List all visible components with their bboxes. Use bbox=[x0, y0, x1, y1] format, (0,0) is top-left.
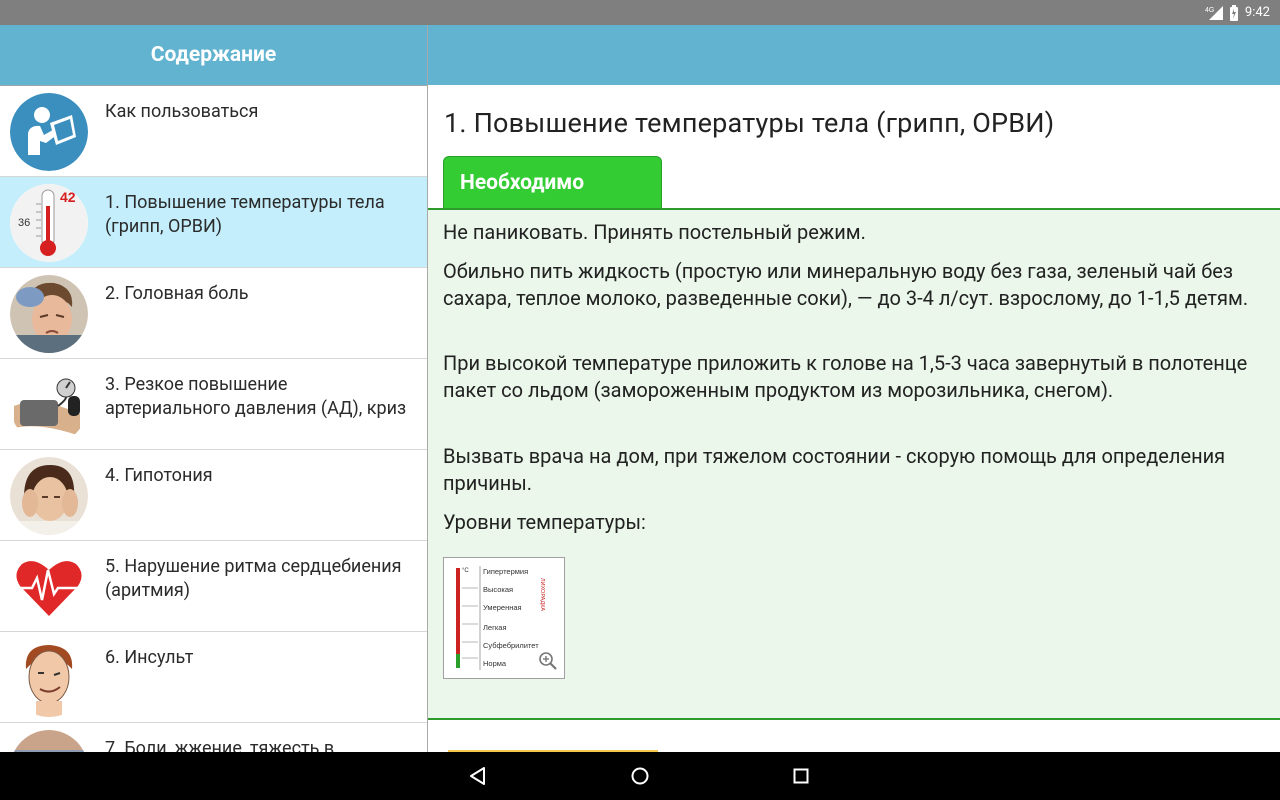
toc-item-label: Как пользоваться bbox=[105, 101, 259, 122]
fever-label: ЛИХОРАДКА bbox=[539, 578, 545, 611]
paragraph: Вызвать врача на дом, при тяжелом состоя… bbox=[443, 444, 1226, 495]
paragraph: При высокой температуре приложить к голо… bbox=[443, 351, 1248, 402]
temp-level: Легкая bbox=[483, 623, 507, 632]
heart-rhythm-icon bbox=[10, 548, 88, 626]
toc-item-label: 2. Головная боль bbox=[105, 283, 249, 304]
tab-necessary[interactable]: Необходимо bbox=[443, 156, 662, 209]
system-nav-bar bbox=[0, 752, 1280, 800]
paragraph: Обильно пить жидкость (простую или минер… bbox=[443, 259, 1249, 310]
battery-icon bbox=[1229, 4, 1239, 21]
signal-icon: 4G bbox=[1205, 5, 1223, 20]
toc-item-label: 6. Инсульт bbox=[105, 647, 194, 668]
temp-level: Высокая bbox=[483, 585, 513, 594]
blood-pressure-icon bbox=[10, 366, 88, 444]
svg-text:42: 42 bbox=[60, 189, 76, 205]
toc-item-label: 4. Гипотония bbox=[105, 465, 213, 486]
headache-icon bbox=[10, 275, 88, 353]
toc-item-blood-pressure[interactable]: 3. Резкое повышение артериального давлен… bbox=[0, 359, 427, 450]
status-icons: 4G 9:42 bbox=[1205, 0, 1270, 25]
toc-item-hypotension[interactable]: 4. Гипотония bbox=[0, 450, 427, 541]
temp-level: Норма bbox=[483, 659, 507, 668]
recents-icon[interactable] bbox=[789, 764, 813, 788]
hypotension-icon bbox=[10, 457, 88, 535]
home-icon[interactable] bbox=[628, 764, 652, 788]
back-icon[interactable] bbox=[466, 764, 490, 788]
toc-item-stroke[interactable]: 6. Инсульт bbox=[0, 632, 427, 723]
article-title: 1. Повышение температуры тела (грипп, ОР… bbox=[444, 107, 1055, 139]
toc-item-fever[interactable]: 42 36 1. Повышение температуры тела (грип… bbox=[0, 177, 427, 268]
temp-level: Субфебрилитет bbox=[483, 641, 539, 650]
necessary-panel: Не паниковать. Принять постельный режим.… bbox=[428, 208, 1280, 720]
content-header bbox=[428, 25, 1280, 85]
toc-item-label: 1. Повышение температуры тела (грипп, ОР… bbox=[105, 192, 385, 237]
svg-text:36: 36 bbox=[18, 217, 30, 229]
toc-item-chest-pain[interactable]: 7. Боли, жжение, тяжесть в bbox=[0, 723, 427, 752]
toc-item-label: 7. Боли, жжение, тяжесть в bbox=[105, 738, 335, 752]
manual-icon bbox=[10, 93, 88, 171]
status-time: 9:42 bbox=[1244, 5, 1270, 20]
temp-unit: °C bbox=[462, 568, 469, 574]
toc-item-headache[interactable]: 2. Головная боль bbox=[0, 268, 427, 359]
toc-item-label: 5. Нарушение ритма сердцебиения (аритмия… bbox=[105, 556, 402, 601]
temperature-levels-image[interactable]: °C Гипертермия Высокая Умеренная Легкая … bbox=[443, 557, 565, 679]
tab-label: Необходимо bbox=[460, 171, 585, 195]
sidebar-header: Содержание bbox=[0, 25, 427, 85]
zoom-icon[interactable] bbox=[539, 652, 557, 670]
article-pane[interactable]: 1. Повышение температуры тела (грипп, ОР… bbox=[428, 85, 1280, 752]
toc-item-how-to-use[interactable]: Как пользоваться bbox=[0, 86, 427, 177]
stroke-icon bbox=[10, 639, 88, 717]
paragraph: Не паниковать. Принять постельный режим. bbox=[443, 220, 866, 244]
paragraph: Уровни температуры: bbox=[443, 510, 646, 534]
thermometer-icon: 42 36 bbox=[10, 184, 88, 262]
svg-text:4G: 4G bbox=[1205, 7, 1214, 14]
toc-item-arrhythmia[interactable]: 5. Нарушение ритма сердцебиения (аритмия… bbox=[0, 541, 427, 632]
status-bar: 4G 9:42 bbox=[0, 0, 1280, 25]
toc-list[interactable]: Как пользоваться 42 36 1. Повышение темпе… bbox=[0, 85, 427, 752]
sidebar-title: Содержание bbox=[150, 43, 277, 67]
temp-level: Умеренная bbox=[483, 603, 522, 612]
chest-pain-icon bbox=[10, 730, 88, 752]
toc-item-label: 3. Резкое повышение артериального давлен… bbox=[105, 374, 407, 419]
temp-level: Гипертермия bbox=[483, 567, 528, 576]
